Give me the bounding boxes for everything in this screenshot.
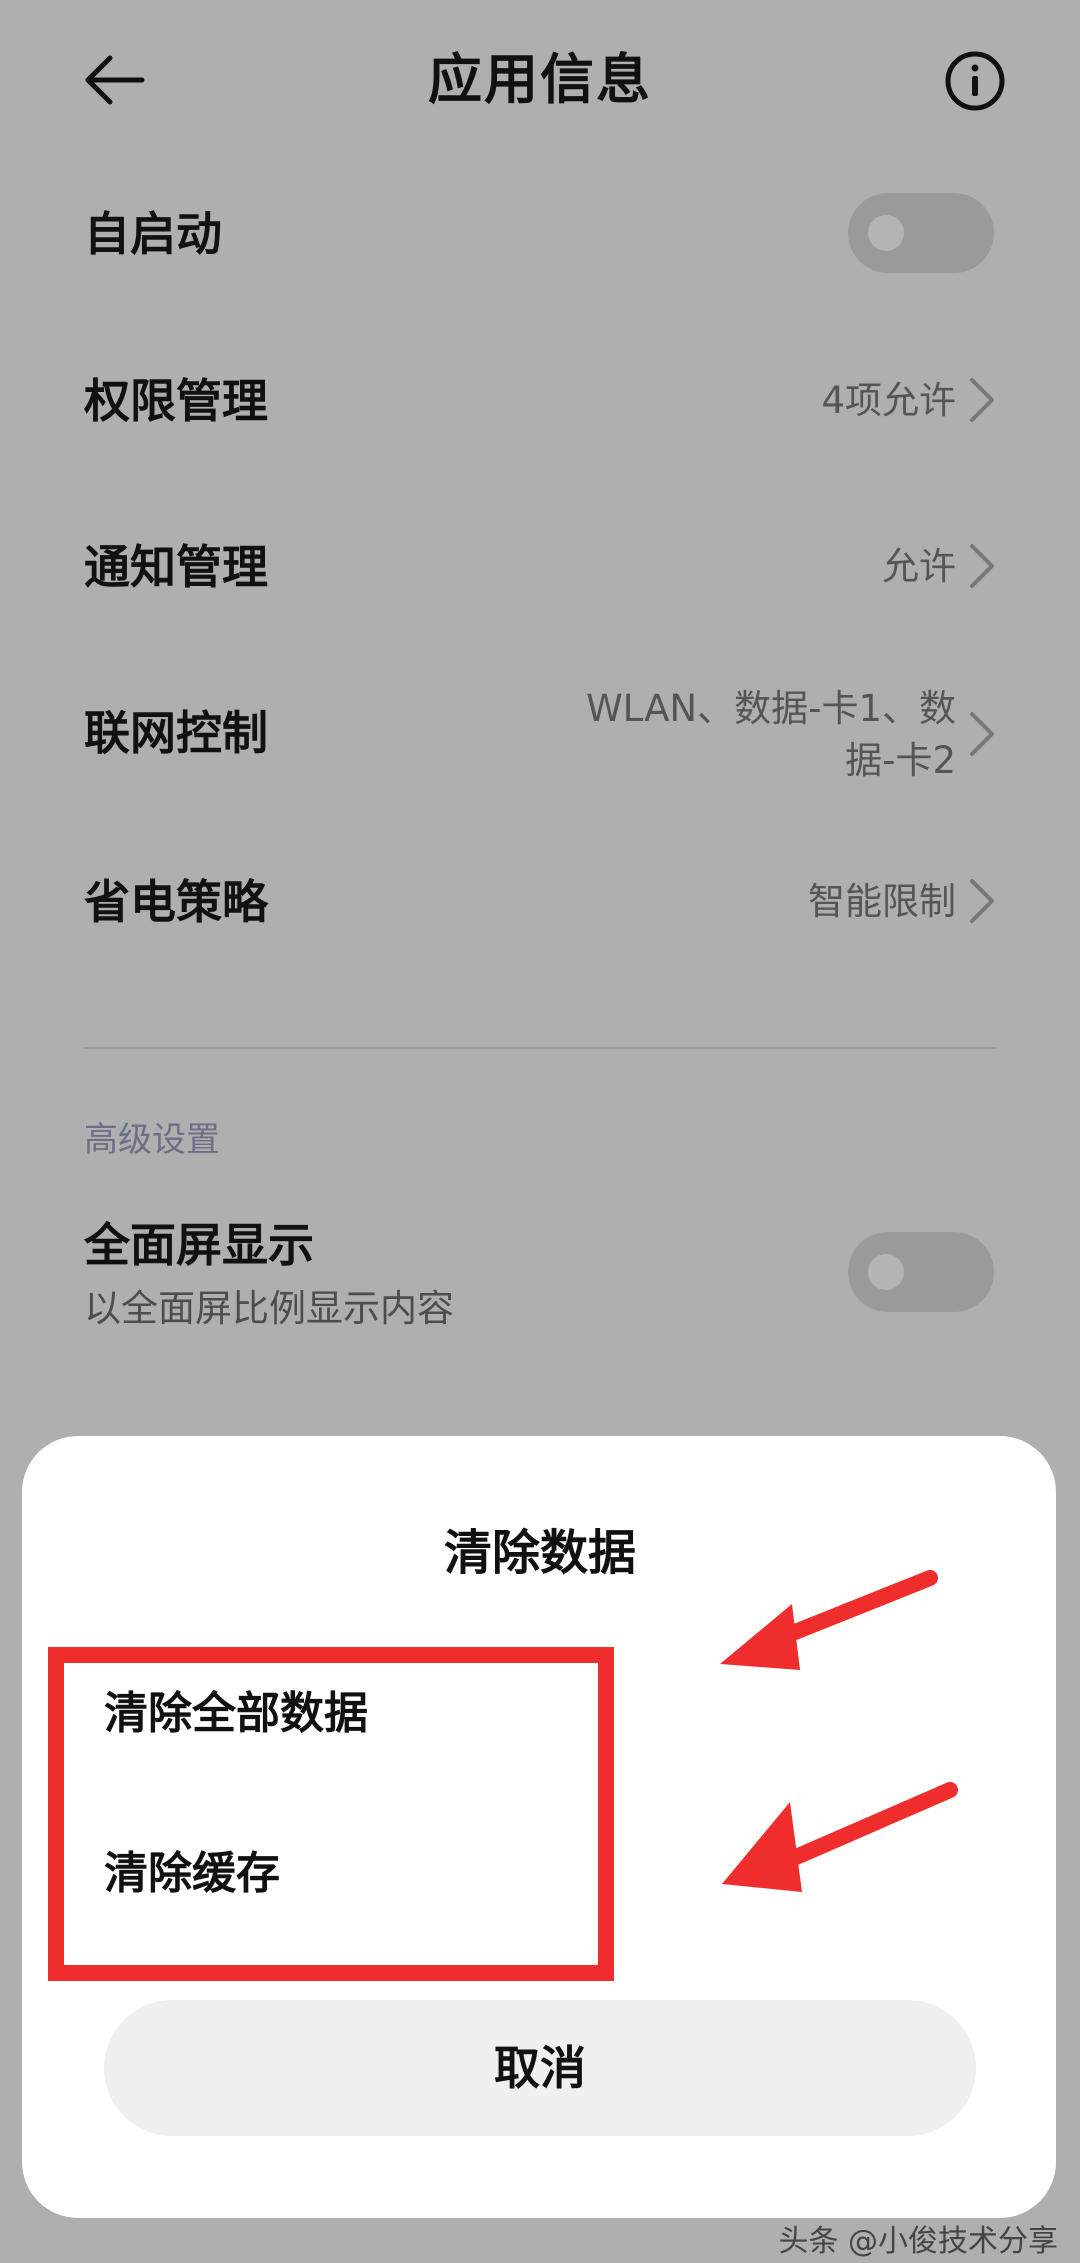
- battery-saver-label: 省电策略: [84, 875, 268, 929]
- notification-management-value: 允许: [882, 545, 956, 588]
- network-control-label: 联网控制: [84, 706, 268, 760]
- cancel-button-label: 取消: [494, 2041, 586, 2095]
- annotation-arrow-icon: [700, 1550, 980, 1690]
- toggle-knob: [868, 215, 904, 251]
- permission-management-label: 权限管理: [84, 374, 268, 428]
- permission-management-value: 4项允许: [821, 379, 956, 422]
- fullscreen-display-label: 全面屏显示: [84, 1218, 314, 1272]
- advanced-settings-header: 高级设置: [84, 1120, 220, 1160]
- fullscreen-display-subtitle: 以全面屏比例显示内容: [84, 1287, 454, 1330]
- autostart-toggle[interactable]: [848, 193, 994, 273]
- toggle-knob: [868, 1254, 904, 1290]
- annotation-arrow-icon: [700, 1772, 980, 1912]
- chevron-right-icon[interactable]: [968, 710, 996, 758]
- network-control-value-line1: WLAN、数据-卡1、数: [586, 687, 956, 730]
- annotation-highlight-box: [48, 1647, 614, 1981]
- fullscreen-display-toggle[interactable]: [848, 1232, 994, 1312]
- battery-saver-value: 智能限制: [808, 880, 956, 923]
- page-title: 应用信息: [428, 48, 652, 111]
- section-divider: [84, 1047, 996, 1049]
- chevron-right-icon[interactable]: [968, 376, 996, 424]
- autostart-label: 自启动: [84, 207, 222, 261]
- watermark-text: 头条 @小俊技术分享: [778, 2224, 1058, 2259]
- chevron-right-icon[interactable]: [968, 877, 996, 925]
- info-icon[interactable]: [944, 50, 1006, 112]
- chevron-right-icon[interactable]: [968, 542, 996, 590]
- notification-management-label: 通知管理: [84, 540, 268, 594]
- network-control-value-line2: 据-卡2: [845, 739, 956, 782]
